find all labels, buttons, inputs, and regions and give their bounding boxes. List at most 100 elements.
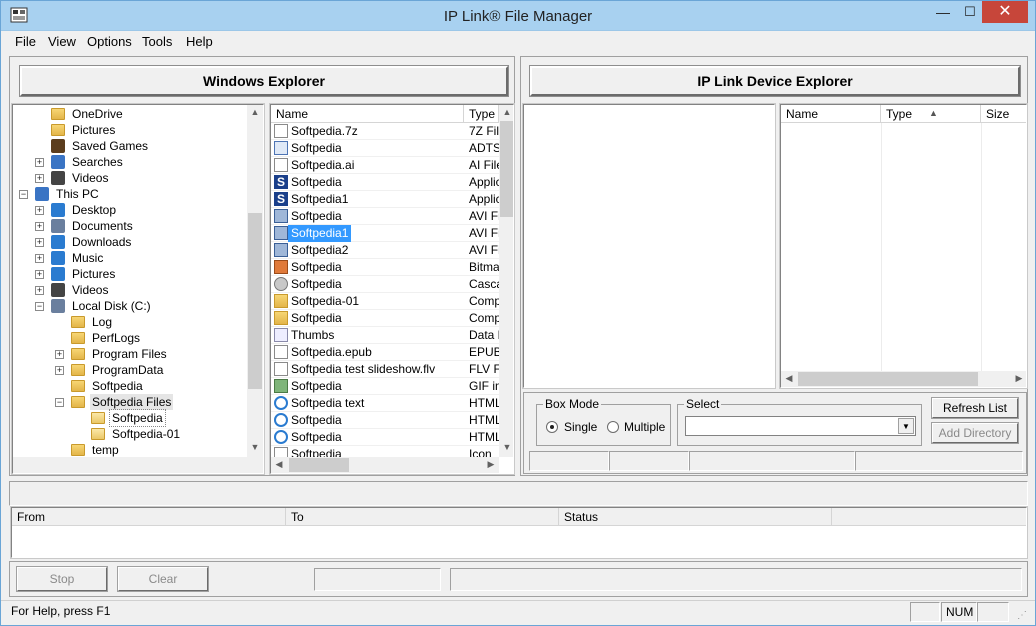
expand-icon[interactable]: + xyxy=(35,286,44,295)
tree-item[interactable]: + Searches xyxy=(13,154,247,170)
scroll-up-icon[interactable]: ▲ xyxy=(499,107,513,117)
dropdown-arrow-icon[interactable]: ▼ xyxy=(898,418,914,434)
file-row[interactable]: Softpedia2 AVI File xyxy=(271,242,499,259)
file-row[interactable]: Softpedia Icon xyxy=(271,446,499,457)
maximize-button[interactable]: ☐ xyxy=(959,1,981,23)
file-row[interactable]: Softpedia.epub EPUB xyxy=(271,344,499,361)
single-label[interactable]: Single xyxy=(564,420,597,434)
file-row[interactable]: Softpedia Cascade xyxy=(271,276,499,293)
tree-item[interactable]: + Downloads xyxy=(13,234,247,250)
tree-item[interactable]: temp xyxy=(13,442,247,458)
column-status[interactable]: Status xyxy=(559,508,832,526)
expand-icon[interactable]: + xyxy=(35,238,44,247)
menu-view[interactable]: View xyxy=(48,34,76,49)
close-button[interactable]: ✕ xyxy=(982,1,1028,23)
tree-vertical-scrollbar[interactable]: ▲ ▼ xyxy=(247,105,263,457)
column-to[interactable]: To xyxy=(286,508,559,526)
scroll-right-icon[interactable]: ▶ xyxy=(1011,373,1026,384)
add-directory-button[interactable]: Add Directory xyxy=(931,422,1019,444)
file-row[interactable]: Softpedia AVI File xyxy=(271,208,499,225)
scroll-right-icon[interactable]: ▶ xyxy=(483,459,499,470)
refresh-list-button[interactable]: Refresh List xyxy=(931,397,1019,419)
file-row[interactable]: Softpedia.7z 7Z File xyxy=(271,123,499,140)
tree-item[interactable]: Log xyxy=(13,314,247,330)
device-horizontal-scrollbar[interactable]: ◀ ▶ xyxy=(781,371,1026,387)
file-row[interactable]: Softpedia test slideshow.flv FLV File xyxy=(271,361,499,378)
column-name[interactable]: Name xyxy=(271,105,464,123)
file-row[interactable]: Thumbs Data Base xyxy=(271,327,499,344)
tree-item[interactable]: + Videos xyxy=(13,282,247,298)
device-file-list[interactable]: Name Type ▲ Size ◀ ▶ xyxy=(779,103,1028,389)
expand-icon[interactable]: + xyxy=(55,350,64,359)
file-row[interactable]: Softpedia HTML xyxy=(271,429,499,446)
collapse-icon[interactable]: − xyxy=(19,190,28,199)
file-list[interactable]: Name Type Softpedia.7z 7Z File Softpedia AD… xyxy=(269,103,515,475)
stop-button[interactable]: Stop xyxy=(16,566,108,592)
menu-tools[interactable]: Tools xyxy=(142,34,172,49)
column-type[interactable]: Type xyxy=(464,105,499,123)
device-hscroll-thumb[interactable] xyxy=(798,372,978,386)
files-scroll-thumb[interactable] xyxy=(500,121,513,217)
tree-item[interactable]: + ProgramData xyxy=(13,362,247,378)
menu-help[interactable]: Help xyxy=(186,34,213,49)
files-horizontal-scrollbar[interactable]: ◀ ▶ xyxy=(271,457,499,473)
resize-grip-icon[interactable]: ⋰ xyxy=(1017,611,1031,623)
device-explorer-header[interactable]: IP Link Device Explorer xyxy=(529,65,1021,97)
tree-item[interactable]: + Documents xyxy=(13,218,247,234)
minimize-button[interactable]: — xyxy=(930,1,956,23)
file-row[interactable]: SSoftpedia1 Application xyxy=(271,191,499,208)
device-tree[interactable] xyxy=(522,103,776,389)
transfer-list[interactable]: From To Status xyxy=(10,506,1028,559)
file-row[interactable]: Softpedia.ai AI File xyxy=(271,157,499,174)
tree-item[interactable]: − This PC xyxy=(13,186,247,202)
collapse-icon[interactable]: − xyxy=(55,398,64,407)
files-hscroll-thumb[interactable] xyxy=(289,458,349,472)
file-row[interactable]: Softpedia Compressed xyxy=(271,310,499,327)
multiple-label[interactable]: Multiple xyxy=(624,420,665,434)
select-dropdown[interactable]: ▼ xyxy=(685,416,916,436)
clear-button[interactable]: Clear xyxy=(117,566,209,592)
scroll-down-icon[interactable]: ▼ xyxy=(499,442,513,452)
file-row[interactable]: Softpedia GIF image xyxy=(271,378,499,395)
expand-icon[interactable]: + xyxy=(55,366,64,375)
expand-icon[interactable]: + xyxy=(35,206,44,215)
files-vertical-scrollbar[interactable]: ▲ ▼ xyxy=(499,105,513,457)
file-row[interactable]: Softpedia ADTS xyxy=(271,140,499,157)
tree-item[interactable]: Softpedia xyxy=(13,409,247,427)
scroll-left-icon[interactable]: ◀ xyxy=(271,459,287,470)
tree-item[interactable]: + Program Files xyxy=(13,346,247,362)
expand-icon[interactable]: + xyxy=(35,158,44,167)
scroll-down-icon[interactable]: ▼ xyxy=(247,442,263,452)
expand-icon[interactable]: + xyxy=(35,174,44,183)
folder-tree[interactable]: OneDrive Pictures Saved Games + Searches + Vid… xyxy=(11,103,265,475)
file-row[interactable]: Softpedia1 AVI File xyxy=(271,225,499,242)
multiple-radio[interactable] xyxy=(607,421,619,433)
file-row[interactable]: Softpedia HTML xyxy=(271,412,499,429)
tree-horizontal-scrollbar[interactable] xyxy=(13,457,263,473)
expand-icon[interactable]: + xyxy=(35,270,44,279)
file-row[interactable]: Softpedia-01 Compressed xyxy=(271,293,499,310)
column-from[interactable]: From xyxy=(12,508,286,526)
menu-options[interactable]: Options xyxy=(87,34,132,49)
collapse-icon[interactable]: − xyxy=(35,302,44,311)
tree-item[interactable]: Softpedia xyxy=(13,378,247,394)
menu-file[interactable]: File xyxy=(15,34,36,49)
scroll-up-icon[interactable]: ▲ xyxy=(247,107,263,117)
tree-item[interactable]: Softpedia-01 xyxy=(13,426,247,442)
column-type[interactable]: Type ▲ xyxy=(881,105,981,123)
tree-item[interactable]: − Local Disk (C:) xyxy=(13,298,247,314)
file-row[interactable]: Softpedia text HTML xyxy=(271,395,499,412)
tree-item[interactable]: Pictures xyxy=(13,122,247,138)
tree-item[interactable]: + Music xyxy=(13,250,247,266)
windows-explorer-header[interactable]: Windows Explorer xyxy=(19,65,509,97)
tree-item[interactable]: − Softpedia Files xyxy=(13,394,247,410)
file-row[interactable]: Softpedia Bitmap xyxy=(271,259,499,276)
tree-item[interactable]: + Desktop xyxy=(13,202,247,218)
tree-scroll-thumb[interactable] xyxy=(248,213,262,389)
tree-item[interactable]: + Videos xyxy=(13,170,247,186)
expand-icon[interactable]: + xyxy=(35,254,44,263)
scroll-left-icon[interactable]: ◀ xyxy=(781,373,797,384)
tree-item[interactable]: PerfLogs xyxy=(13,330,247,346)
tree-item[interactable]: + Pictures xyxy=(13,266,247,282)
single-radio[interactable] xyxy=(546,421,558,433)
